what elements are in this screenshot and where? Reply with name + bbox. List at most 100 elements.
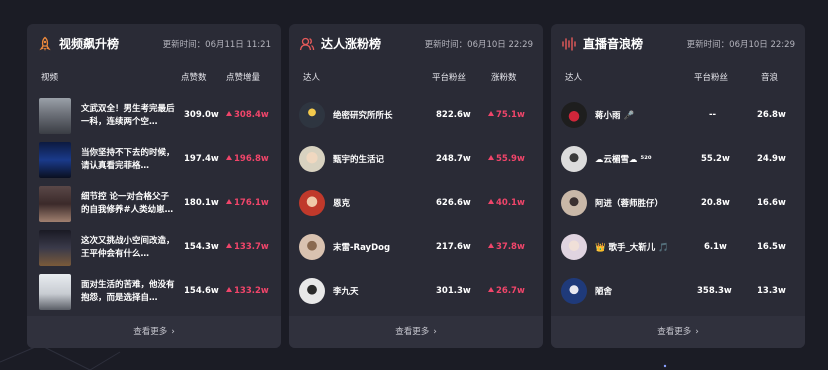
like-count: 197.4w: [184, 154, 219, 164]
creator-name[interactable]: 蒋小雨 🎤: [595, 109, 634, 121]
column-header-followers: 平台粉丝: [694, 73, 729, 83]
avatar[interactable]: [299, 190, 325, 216]
card-header: 视频飙升榜 更新时间：06月11日 11:21: [27, 24, 281, 64]
video-thumbnail[interactable]: [39, 142, 71, 178]
chevron-right-icon: ›: [171, 327, 175, 337]
up-arrow-icon: [488, 243, 494, 248]
live-soundwave-rank-card: 直播音浪榜 更新时间：06月10日 22:29 达人 平台粉丝 音浪 蒋小雨 🎤…: [551, 24, 805, 348]
avatar[interactable]: [299, 146, 325, 172]
avatar[interactable]: [561, 146, 587, 172]
follower-count: 626.6w: [436, 198, 471, 208]
card-header: 直播音浪榜 更新时间：06月10日 22:29: [551, 24, 805, 64]
avatar[interactable]: [561, 278, 587, 304]
video-title[interactable]: 面对生活的苦难，他没有抱怨，而是选择自…: [81, 279, 177, 305]
like-count: 180.1w: [184, 198, 219, 208]
view-more-label: 查看更多: [657, 327, 692, 337]
view-more-button[interactable]: 查看更多 ›: [551, 316, 805, 348]
follower-count: 358.3w: [697, 286, 732, 296]
follower-count: 301.3w: [436, 286, 471, 296]
follower-count: 217.6w: [436, 242, 471, 252]
list-item[interactable]: 这次又挑战小空间改造，王平仲会有什么… 154.3w 133.7w: [27, 228, 281, 268]
creator-name[interactable]: 末雷-RayDog: [333, 241, 390, 253]
avatar[interactable]: [561, 190, 587, 216]
video-title[interactable]: 这次又挑战小空间改造，王平仲会有什么…: [81, 235, 177, 261]
avatar[interactable]: [299, 234, 325, 260]
like-increase: 176.1w: [226, 198, 269, 208]
video-thumbnail[interactable]: [39, 274, 71, 310]
update-time: 更新时间：06月10日 22:29: [686, 40, 795, 50]
card-title: 直播音浪榜: [583, 37, 644, 51]
column-headers: 达人 平台粉丝 音浪: [551, 71, 805, 85]
creator-name[interactable]: 恩克: [333, 197, 350, 209]
list-item[interactable]: 面对生活的苦难，他没有抱怨，而是选择自… 154.6w 133.2w: [27, 272, 281, 312]
video-title[interactable]: 当你坚持不下去的时候，请认真看完菲格…: [81, 147, 177, 173]
list-item[interactable]: 阿进（蓉师胜仔） 20.8w 16.6w: [551, 184, 805, 224]
chevron-right-icon: ›: [695, 327, 699, 337]
list-item[interactable]: 李九天 301.3w 26.7w: [289, 272, 543, 312]
column-header-creator: 达人: [303, 73, 321, 83]
view-more-label: 查看更多: [395, 327, 430, 337]
column-header-likes: 点赞数: [181, 73, 207, 83]
like-increase: 133.2w: [226, 286, 269, 296]
video-rank-card: 视频飙升榜 更新时间：06月11日 11:21 视频 点赞数 点赞增量 文武双全…: [27, 24, 281, 348]
soundwave-value: 24.9w: [757, 154, 786, 164]
creator-name[interactable]: ☁云楣雪☁ ⁵²⁰: [595, 153, 652, 165]
list-item[interactable]: 末雷-RayDog 217.6w 37.8w: [289, 228, 543, 268]
creator-name[interactable]: 👑 歌手_大靳儿 🎵: [595, 241, 669, 253]
video-thumbnail[interactable]: [39, 230, 71, 266]
list-item[interactable]: 陋舍 358.3w 13.3w: [551, 272, 805, 312]
video-title[interactable]: 文武双全！男生考完最后一科，连续两个空…: [81, 103, 177, 129]
follower-count: 20.8w: [701, 198, 730, 208]
soundwave-icon: [562, 37, 576, 51]
list-item[interactable]: 细节控 论一对合格父子的自我修养#人类幼崽… 180.1w 176.1w: [27, 184, 281, 224]
like-increase: 133.7w: [226, 242, 269, 252]
column-header-soundwave: 音浪: [761, 73, 779, 83]
creator-name[interactable]: 阿进（蓉师胜仔）: [595, 197, 663, 209]
view-more-label: 查看更多: [133, 327, 168, 337]
like-increase: 196.8w: [226, 154, 269, 164]
column-headers: 达人 平台粉丝 涨粉数: [289, 71, 543, 85]
creator-name[interactable]: 李九天: [333, 285, 359, 297]
list-item[interactable]: 当你坚持不下去的时候，请认真看完菲格… 197.4w 196.8w: [27, 140, 281, 180]
user-icon: [299, 37, 315, 51]
card-header: 达人涨粉榜 更新时间：06月10日 22:29: [289, 24, 543, 64]
like-increase: 308.4w: [226, 110, 269, 120]
avatar[interactable]: [299, 102, 325, 128]
column-headers: 视频 点赞数 点赞增量: [27, 71, 281, 85]
like-count: 309.0w: [184, 110, 219, 120]
list-item[interactable]: 恩克 626.6w 40.1w: [289, 184, 543, 224]
video-thumbnail[interactable]: [39, 98, 71, 134]
column-header-like-increase: 点赞增量: [226, 73, 261, 83]
update-time: 更新时间：06月10日 22:29: [424, 40, 533, 50]
avatar[interactable]: [561, 102, 587, 128]
avatar[interactable]: [561, 234, 587, 260]
follower-count: 55.2w: [701, 154, 730, 164]
list-item[interactable]: 绝密研究所所长 822.6w 75.1w: [289, 96, 543, 136]
list-item[interactable]: ☁云楣雪☁ ⁵²⁰ 55.2w 24.9w: [551, 140, 805, 180]
avatar[interactable]: [299, 278, 325, 304]
list-item[interactable]: 蒋小雨 🎤 -- 26.8w: [551, 96, 805, 136]
soundwave-value: 16.5w: [757, 242, 786, 252]
list-item[interactable]: 文武双全！男生考完最后一科，连续两个空… 309.0w 308.4w: [27, 96, 281, 136]
creator-name[interactable]: 陋舍: [595, 285, 612, 297]
up-arrow-icon: [488, 287, 494, 292]
view-more-button[interactable]: 查看更多 ›: [289, 316, 543, 348]
list-item[interactable]: 甄宇的生活记 248.7w 55.9w: [289, 140, 543, 180]
card-title: 视频飙升榜: [59, 37, 120, 51]
up-arrow-icon: [226, 155, 232, 160]
video-title[interactable]: 细节控 论一对合格父子的自我修养#人类幼崽…: [81, 191, 177, 217]
view-more-button[interactable]: 查看更多 ›: [27, 316, 281, 348]
follower-growth: 75.1w: [488, 110, 525, 120]
like-count: 154.6w: [184, 286, 219, 296]
follower-count: 6.1w: [704, 242, 727, 252]
chevron-right-icon: ›: [433, 327, 437, 337]
up-arrow-icon: [488, 155, 494, 160]
creator-name[interactable]: 甄宇的生活记: [333, 153, 384, 165]
up-arrow-icon: [488, 111, 494, 116]
column-header-video: 视频: [41, 73, 59, 83]
follower-growth: 26.7w: [488, 286, 525, 296]
follower-growth: 55.9w: [488, 154, 525, 164]
creator-name[interactable]: 绝密研究所所长: [333, 109, 393, 121]
video-thumbnail[interactable]: [39, 186, 71, 222]
list-item[interactable]: 👑 歌手_大靳儿 🎵 6.1w 16.5w: [551, 228, 805, 268]
